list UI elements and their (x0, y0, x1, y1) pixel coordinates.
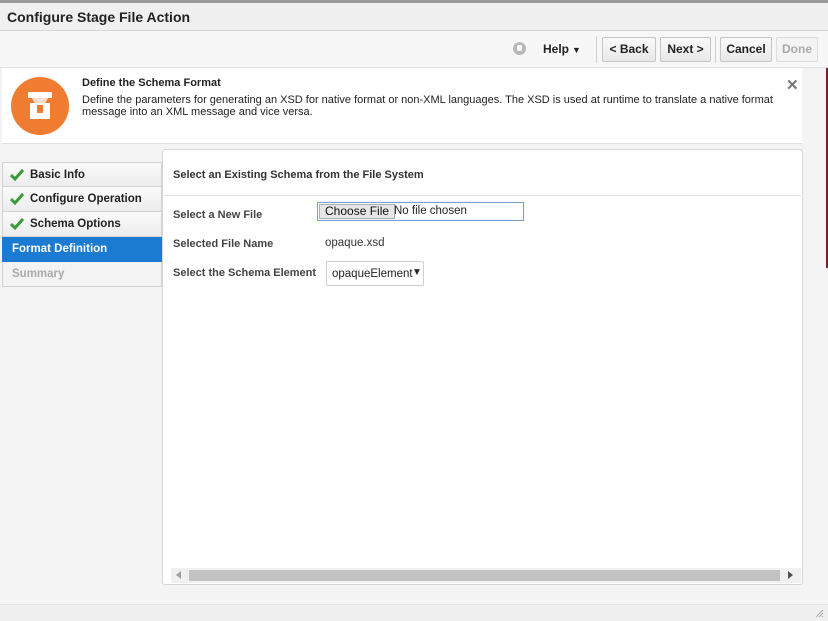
next-button[interactable]: Next > (660, 37, 711, 62)
check-icon (10, 193, 24, 206)
choose-file-button[interactable]: Choose File (319, 204, 396, 219)
check-icon (10, 218, 24, 231)
dropdown-arrow-icon: ▼ (412, 267, 422, 278)
info-banner: Define the Schema Format Define the para… (2, 68, 802, 144)
step-format-definition[interactable]: Format Definition (2, 237, 162, 262)
step-label: Basic Info (30, 169, 85, 181)
window-title: Configure Stage File Action (7, 9, 191, 25)
resize-grip-icon[interactable] (814, 608, 824, 618)
schema-element-select[interactable]: opaqueElement ▼ (326, 261, 424, 286)
section-heading: Select an Existing Schema from the File … (173, 169, 424, 181)
info-description: Define the parameters for generating an … (82, 94, 773, 118)
step-summary: Summary (2, 262, 162, 287)
toolbar-divider (596, 36, 597, 63)
horizontal-scrollbar[interactable] (171, 568, 801, 583)
step-basic-info[interactable]: Basic Info (2, 162, 162, 187)
caret-down-icon: ▼ (572, 45, 581, 55)
close-icon[interactable]: ✕ (786, 76, 799, 94)
new-file-label: Select a New File (173, 209, 263, 221)
selected-file-label: Selected File Name (173, 238, 274, 250)
format-definition-panel: Select an Existing Schema from the File … (162, 149, 803, 585)
help-menu[interactable]: Help ▼ (543, 42, 581, 56)
status-bar (0, 604, 828, 621)
schema-element-value: opaqueElement (332, 268, 413, 280)
step-label: Format Definition (12, 243, 108, 255)
wizard-steps: Basic Info Configure Operation Schema Op… (2, 162, 162, 287)
scroll-left-icon[interactable] (176, 571, 181, 579)
selected-file-value: opaque.xsd (325, 237, 385, 249)
file-status: No file chosen (394, 205, 467, 217)
schema-format-icon (11, 77, 69, 135)
scrollbar-thumb[interactable] (189, 570, 780, 581)
wizard-toolbar: Help ▼ < Back Next > Cancel Done (0, 31, 828, 68)
check-icon (10, 169, 24, 182)
toolbar-divider (715, 36, 716, 63)
done-button[interactable]: Done (776, 37, 818, 62)
scroll-right-icon[interactable] (788, 571, 793, 579)
schema-element-label: Select the Schema Element (173, 267, 317, 279)
step-label: Schema Options (30, 218, 121, 230)
info-title: Define the Schema Format (82, 77, 221, 89)
help-label: Help (543, 42, 570, 56)
file-input[interactable]: Choose File No file chosen (317, 202, 524, 221)
title-bar: Configure Stage File Action (0, 3, 828, 31)
back-button[interactable]: < Back (602, 37, 656, 62)
step-schema-options[interactable]: Schema Options (2, 212, 162, 237)
step-label: Configure Operation (30, 193, 142, 205)
step-label: Summary (12, 268, 65, 280)
lock-icon (513, 42, 526, 55)
cancel-button[interactable]: Cancel (720, 37, 772, 62)
step-configure-operation[interactable]: Configure Operation (2, 187, 162, 212)
divider (164, 195, 801, 196)
